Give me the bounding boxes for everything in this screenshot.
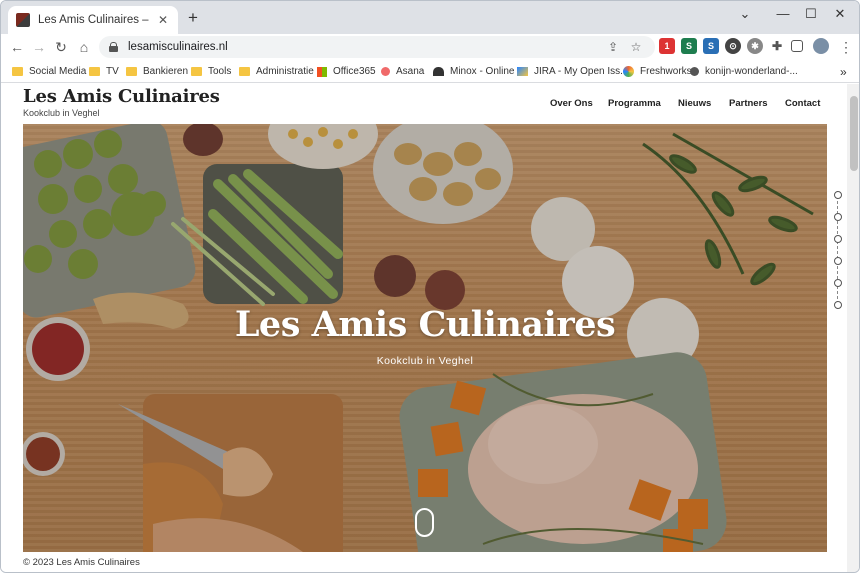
- bookmark-label: Administratie: [256, 66, 314, 77]
- hero-title: Les Amis Culinaires: [234, 304, 616, 345]
- lock-icon[interactable]: [109, 42, 118, 52]
- scrollbar-thumb[interactable]: [850, 96, 858, 171]
- bookmark-administratie[interactable]: Administratie: [239, 64, 314, 79]
- extension-lastpass-icon[interactable]: 1: [659, 38, 675, 54]
- back-button[interactable]: ←: [8, 38, 26, 56]
- folder-icon: [191, 67, 202, 76]
- scroll-down-indicator-icon[interactable]: [415, 508, 434, 537]
- bookmark-jira[interactable]: JIRA - My Open Iss...: [517, 64, 628, 79]
- section-dot-2[interactable]: [834, 213, 842, 221]
- bookmarks-overflow-button[interactable]: »: [840, 64, 847, 79]
- jira-icon: [517, 67, 528, 76]
- bookmark-bankieren[interactable]: Bankieren: [126, 64, 188, 79]
- folder-icon: [126, 67, 137, 76]
- bookmark-office365[interactable]: Office365: [317, 64, 376, 79]
- nav-over-ons[interactable]: Over Ons: [550, 98, 593, 109]
- site-favicon-icon: [16, 13, 30, 27]
- bookmark-label: Minox - Online: [450, 66, 515, 77]
- browser-window: Les Amis Culinaires – Kookclub ✕ + ⌄ — ☐…: [0, 0, 860, 573]
- bookmark-label: konijn-wonderland-...: [705, 66, 798, 77]
- url-text[interactable]: lesamisculinaires.nl: [128, 41, 228, 53]
- bookmark-label: Social Media: [29, 66, 87, 77]
- nav-contact[interactable]: Contact: [785, 98, 820, 109]
- bookmark-tv[interactable]: TV: [89, 64, 119, 79]
- section-dot-1[interactable]: [834, 191, 842, 199]
- section-dot-navigation: [834, 191, 842, 311]
- tab-close-icon[interactable]: ✕: [156, 13, 170, 27]
- freshworks-icon: [623, 66, 634, 77]
- folder-icon: [89, 67, 100, 76]
- bookmark-freshworks[interactable]: Freshworks: [623, 64, 692, 79]
- asana-icon: [381, 67, 390, 76]
- microsoft-icon: [317, 66, 327, 77]
- section-dot-4[interactable]: [834, 257, 842, 265]
- hero-banner: Les Amis Culinaires Kookclub in Veghel: [23, 124, 827, 552]
- extension-swirl-icon[interactable]: S: [703, 38, 719, 54]
- folder-icon: [239, 67, 250, 76]
- bookmark-konijn[interactable]: konijn-wonderland-...: [690, 64, 798, 79]
- bookmark-label: JIRA - My Open Iss...: [534, 66, 629, 77]
- site-logo[interactable]: Les Amis Culinaires Kookclub in Veghel: [23, 86, 220, 118]
- side-panel-icon[interactable]: [791, 40, 803, 52]
- minimize-button[interactable]: —: [770, 5, 796, 23]
- browser-menu-button[interactable]: ⋮: [837, 38, 855, 56]
- bookmark-label: TV: [106, 66, 119, 77]
- web-page: Les Amis Culinaires Kookclub in Veghel O…: [1, 84, 847, 572]
- extensions-puzzle-icon[interactable]: ✚: [769, 38, 785, 54]
- active-tab[interactable]: Les Amis Culinaires – Kookclub ✕: [8, 6, 178, 34]
- tab-strip: Les Amis Culinaires – Kookclub ✕ + ⌄ — ☐…: [1, 1, 859, 34]
- share-icon[interactable]: ⇪: [604, 38, 622, 56]
- bookmark-label: Asana: [396, 66, 425, 77]
- hero-subtitle: Kookclub in Veghel: [376, 355, 474, 367]
- bookmarks-bar: Social Media TV Bankieren Tools Administ…: [1, 60, 859, 83]
- extension-circle-icon[interactable]: ⊙: [725, 38, 741, 54]
- tab-search-icon[interactable]: ⌄: [732, 5, 758, 23]
- bookmark-social-media[interactable]: Social Media: [12, 64, 86, 79]
- site-subtitle: Kookclub in Veghel: [23, 108, 100, 118]
- section-dot-6[interactable]: [834, 301, 842, 309]
- reload-button[interactable]: ↻: [52, 38, 70, 56]
- new-tab-button[interactable]: +: [185, 9, 201, 27]
- bookmark-star-icon[interactable]: ☆: [627, 38, 645, 56]
- profile-avatar[interactable]: [813, 38, 829, 54]
- bookmark-label: Freshworks: [640, 66, 692, 77]
- bookmark-label: Office365: [333, 66, 376, 77]
- bookmark-tools[interactable]: Tools: [191, 64, 231, 79]
- bookmark-label: Tools: [208, 66, 232, 77]
- section-dot-5[interactable]: [834, 279, 842, 287]
- extension-s-icon[interactable]: S: [681, 38, 697, 54]
- section-dot-3[interactable]: [834, 235, 842, 243]
- extension-gear-icon[interactable]: ✱: [747, 38, 763, 54]
- tab-title: Les Amis Culinaires – Kookclub: [38, 14, 152, 26]
- close-window-button[interactable]: ✕: [827, 5, 853, 23]
- bookmark-minox[interactable]: Minox - Online: [433, 64, 514, 79]
- nav-nieuws[interactable]: Nieuws: [678, 98, 711, 109]
- forward-button[interactable]: →: [30, 38, 48, 56]
- page-scrollbar[interactable]: [847, 84, 859, 572]
- browser-toolbar: ← → ↻ ⌂ lesamisculinaires.nl ⇪ ☆ 1 S S ⊙…: [1, 34, 859, 60]
- globe-icon: [690, 67, 699, 76]
- address-bar[interactable]: lesamisculinaires.nl ⇪ ☆: [99, 36, 655, 58]
- bookmark-asana[interactable]: Asana: [381, 64, 424, 79]
- dot-connector: [837, 191, 838, 309]
- nav-programma[interactable]: Programma: [608, 98, 661, 109]
- folder-icon: [12, 67, 23, 76]
- nav-partners[interactable]: Partners: [729, 98, 768, 109]
- home-button[interactable]: ⌂: [75, 38, 93, 56]
- bookmark-label: Bankieren: [143, 66, 189, 77]
- minox-icon: [433, 67, 444, 76]
- maximize-button[interactable]: ☐: [798, 5, 824, 23]
- site-title[interactable]: Les Amis Culinaires: [23, 86, 220, 107]
- footer-copyright: © 2023 Les Amis Culinaires: [23, 557, 140, 568]
